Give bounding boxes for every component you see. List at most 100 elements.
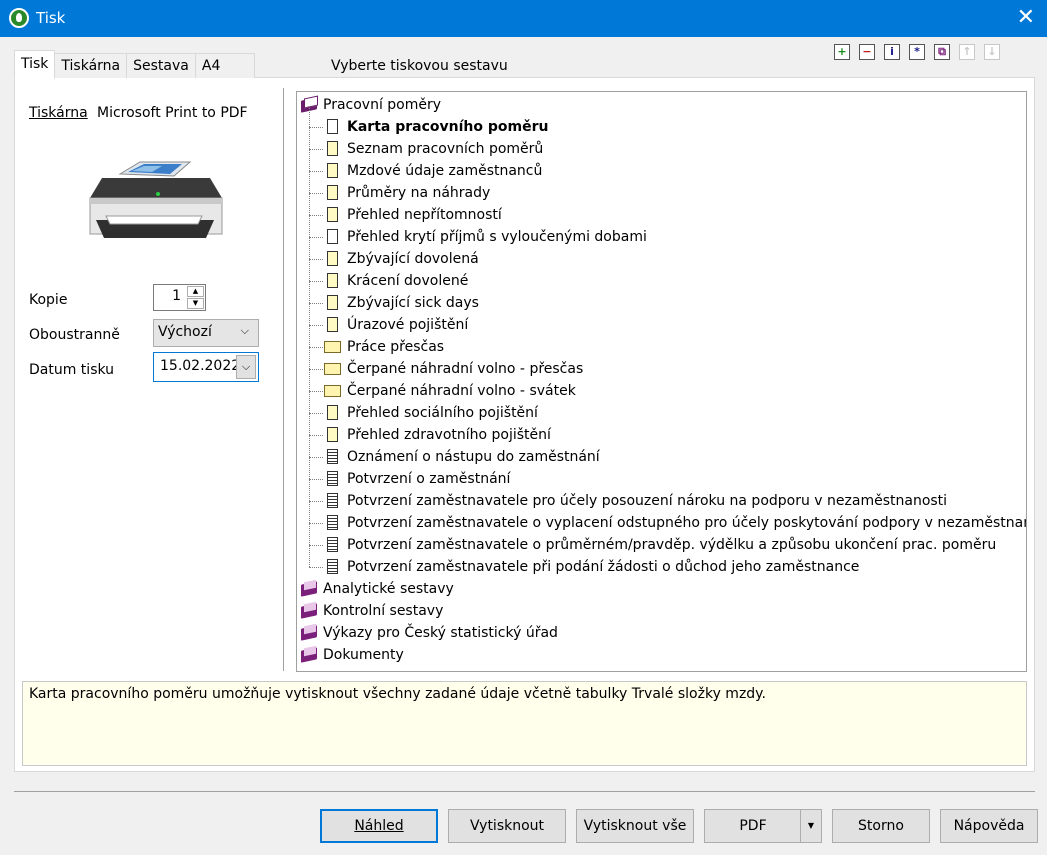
close-icon[interactable]: ✕: [1017, 5, 1035, 31]
date-label: Datum tisku: [29, 362, 115, 378]
tree-connector: [309, 149, 323, 150]
document-icon: [327, 163, 338, 178]
tree-item[interactable]: Karta pracovního poměru: [323, 116, 1024, 138]
tree-item[interactable]: Seznam pracovních poměrů: [323, 138, 1024, 160]
tree-group-pracovni-pomery[interactable]: Pracovní poměry: [299, 94, 1024, 116]
tree-item-label: Zbývající sick days: [347, 295, 479, 311]
document-icon: [327, 185, 338, 200]
asterisk-icon[interactable]: *: [909, 44, 925, 60]
copies-value[interactable]: 1: [172, 288, 181, 304]
tab-strip: Tisk Tiskárna Sestava A4: [14, 50, 255, 79]
date-field[interactable]: 15.02.2022 ⌵: [153, 352, 259, 382]
document-icon: [327, 405, 338, 420]
tree-item[interactable]: Oznámení o nástupu do zaměstnání: [323, 446, 1024, 468]
tree-item[interactable]: Čerpané náhradní volno - přesčas: [323, 358, 1024, 380]
tree-connector: [309, 457, 323, 458]
duplex-select[interactable]: Výchozí ⌵: [153, 319, 259, 347]
print-all-button[interactable]: Vytisknout vše: [576, 809, 694, 843]
tree-item[interactable]: Potvrzení zaměstnavatele pro účely posou…: [323, 490, 1024, 512]
pdf-dropdown-icon[interactable]: ▼: [800, 810, 821, 842]
preview-button[interactable]: Náhled: [320, 809, 438, 843]
tree-group[interactable]: Kontrolní sestavy: [299, 600, 1024, 622]
tree-item-label: Kontrolní sestavy: [323, 603, 444, 619]
tree-item[interactable]: Zbývající sick days: [323, 292, 1024, 314]
folder-icon: [324, 385, 341, 397]
tree-connector: [309, 303, 323, 304]
tree-item-label: Přehled krytí příjmů s vyloučenými dobam…: [347, 229, 647, 245]
move-up-icon[interactable]: ↑: [959, 44, 975, 60]
print-label: Vytisknout: [469, 818, 545, 834]
tree-group[interactable]: Dokumenty: [299, 644, 1024, 666]
form-document-icon: [327, 493, 338, 508]
tree-item[interactable]: Zbývající dovolená: [323, 248, 1024, 270]
printer-link[interactable]: Tiskárna: [29, 105, 88, 121]
tree-connector: [309, 479, 323, 480]
tree-item[interactable]: Potvrzení zaměstnavatele o průměrném/pra…: [323, 534, 1024, 556]
spin-down-icon[interactable]: ▼: [187, 298, 204, 309]
tree-item[interactable]: Potvrzení zaměstnavatele při podání žádo…: [323, 556, 1024, 578]
book-icon: [301, 603, 319, 618]
calendar-dropdown-icon[interactable]: ⌵: [236, 355, 256, 379]
report-tree[interactable]: Pracovní poměry Karta pracovního poměru Se…: [296, 91, 1027, 672]
pdf-button[interactable]: PDF ▼: [704, 809, 822, 843]
tab-tiskarna[interactable]: Tiskárna: [54, 53, 128, 78]
tree-item[interactable]: Potvrzení o zaměstnání: [323, 468, 1024, 490]
book-icon: [301, 625, 319, 640]
tree-item-label: Zbývající dovolená: [347, 251, 479, 267]
expand-icon[interactable]: +: [834, 44, 850, 60]
tree-group[interactable]: Analytické sestavy: [299, 578, 1024, 600]
tree-item[interactable]: Přehled sociálního pojištění: [323, 402, 1024, 424]
print-button[interactable]: Vytisknout: [448, 809, 566, 843]
tree-connector: [309, 523, 323, 524]
printer-icon: [89, 161, 223, 238]
copy-icon[interactable]: ⧉: [934, 44, 950, 60]
tree-item[interactable]: Přehled zdravotního pojištění: [323, 424, 1024, 446]
tree-item-label: Potvrzení zaměstnavatele o průměrném/pra…: [347, 537, 997, 553]
tree-connector: [309, 567, 323, 568]
tab-tisk[interactable]: Tisk: [14, 50, 56, 79]
tree-item[interactable]: Přehled nepřítomností: [323, 204, 1024, 226]
tree-connector: [309, 127, 323, 128]
report-description: Karta pracovního poměru umožňuje vytiskn…: [22, 681, 1027, 766]
help-button[interactable]: Nápověda: [940, 809, 1038, 843]
tree-toolbar: + − i * ⧉ ↑ ↓: [834, 44, 1000, 60]
cancel-button[interactable]: Storno: [832, 809, 930, 843]
book-icon: [301, 581, 319, 596]
tree-item-label: Úrazové pojištění: [347, 317, 469, 333]
document-icon: [327, 141, 338, 156]
document-icon: [327, 229, 338, 244]
tree-item[interactable]: Průměry na náhrady: [323, 182, 1024, 204]
folder-icon: [324, 341, 341, 353]
copies-spinner[interactable]: 1 ▲ ▼: [153, 284, 206, 311]
collapse-icon[interactable]: −: [859, 44, 875, 60]
tree-item-label: Práce přesčas: [347, 339, 445, 355]
window-title: Tisk: [36, 9, 66, 27]
title-bar: Tisk ✕: [0, 0, 1047, 37]
tab-sestava[interactable]: Sestava: [126, 53, 196, 78]
tree-item[interactable]: Přehled krytí příjmů s vyloučenými dobam…: [323, 226, 1024, 248]
tab-a4[interactable]: A4: [194, 53, 255, 78]
info-icon[interactable]: i: [884, 44, 900, 60]
tree-connector: [309, 108, 310, 567]
tree-item[interactable]: Úrazové pojištění: [323, 314, 1024, 336]
tree-connector: [309, 215, 323, 216]
document-icon: [327, 317, 338, 332]
copies-label: Kopie: [29, 292, 68, 308]
tree-item[interactable]: Čerpané náhradní volno - svátek: [323, 380, 1024, 402]
tree-connector: [309, 501, 323, 502]
move-down-icon[interactable]: ↓: [984, 44, 1000, 60]
tree-item[interactable]: Potvrzení zaměstnavatele o vyplacení ods…: [323, 512, 1027, 534]
tree-item[interactable]: Krácení dovolené: [323, 270, 1024, 292]
spin-up-icon[interactable]: ▲: [187, 286, 204, 297]
tree-item[interactable]: Práce přesčas: [323, 336, 1024, 358]
tree-item-label: Potvrzení zaměstnavatele o vyplacení ods…: [347, 515, 1027, 531]
tree-item[interactable]: Mzdové údaje zaměstnanců: [323, 160, 1024, 182]
tree-group[interactable]: Výkazy pro Český statistický úřad: [299, 622, 1024, 644]
tree-connector: [309, 347, 323, 348]
help-label: Nápověda: [953, 818, 1025, 834]
date-value[interactable]: 15.02.2022: [160, 358, 240, 374]
form-document-icon: [327, 537, 338, 552]
form-document-icon: [327, 471, 338, 486]
open-book-icon: [301, 97, 319, 112]
duplex-value: Výchozí: [158, 324, 212, 340]
